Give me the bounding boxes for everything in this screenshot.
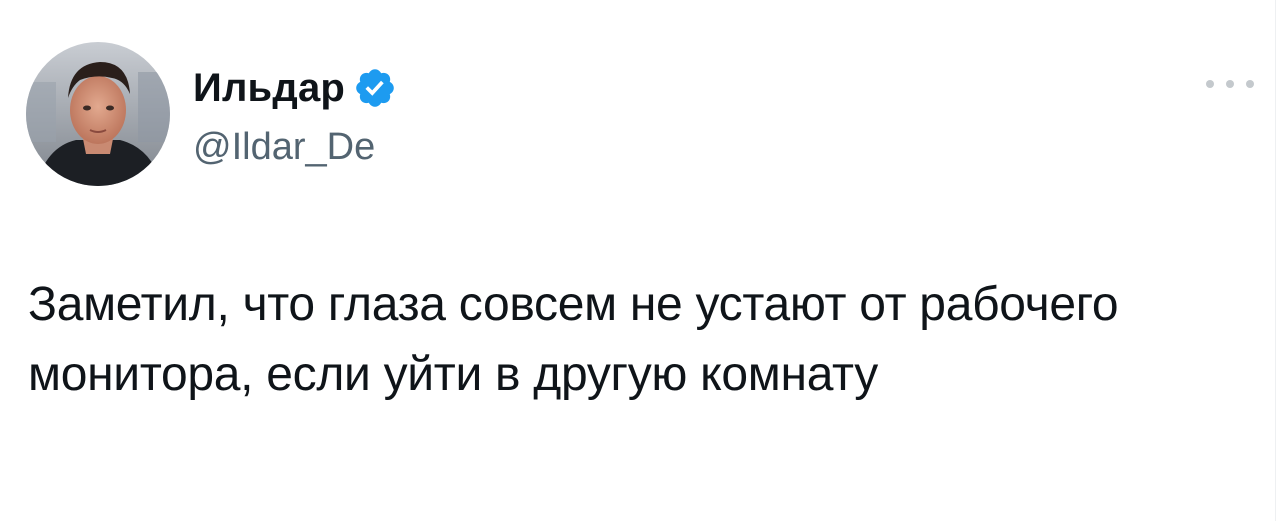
author-name-row: Ильдар (193, 60, 397, 116)
more-dot (1246, 80, 1254, 88)
more-dot (1206, 80, 1214, 88)
avatar-image (26, 42, 170, 186)
author-handle[interactable]: @Ildar_De (193, 122, 375, 172)
avatar[interactable] (26, 42, 170, 186)
tweet-text: Заметил, что глаза совсем не устают от р… (28, 278, 1119, 401)
divider (1275, 0, 1276, 521)
author-name[interactable]: Ильдар (193, 60, 345, 116)
verified-badge-icon (353, 66, 397, 110)
more-dot (1226, 80, 1234, 88)
more-options-icon[interactable] (1206, 74, 1254, 94)
tweet-card: Ильдар @Ildar_De Заметил, что глаза совс… (0, 0, 1284, 521)
